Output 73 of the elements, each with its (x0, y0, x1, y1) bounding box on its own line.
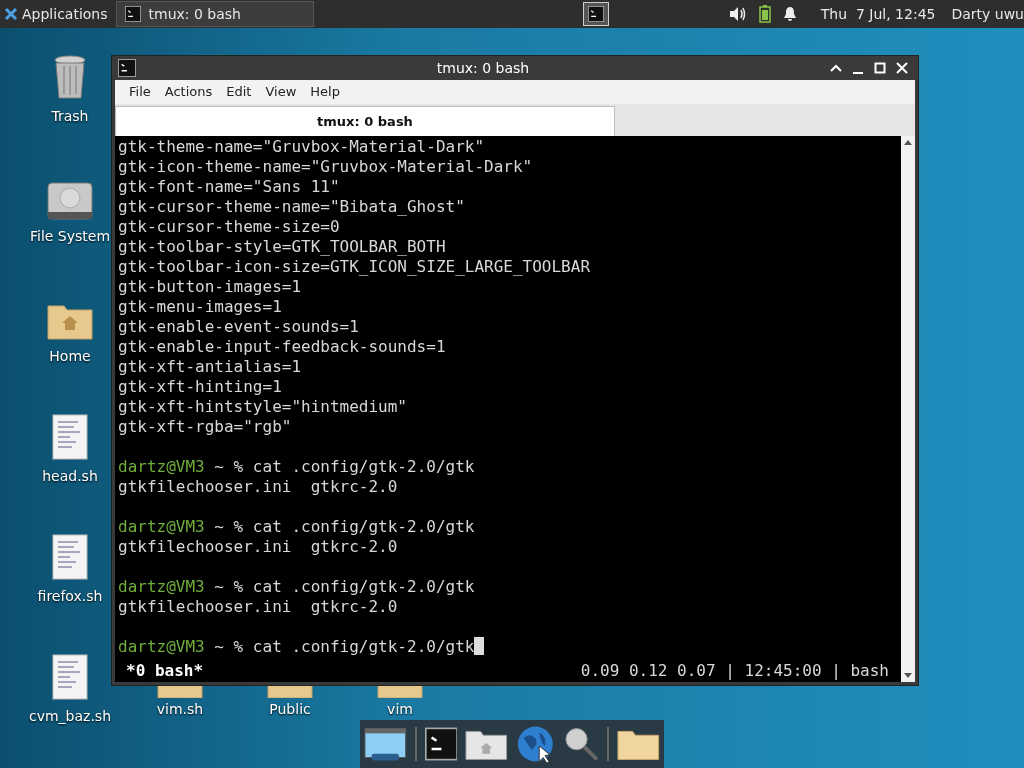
terminal-line: gtkfilechooser.ini gtkrc-2.0 (118, 537, 399, 557)
terminal-line: gtk-toolbar-icon-size=GTK_ICON_SIZE_LARGE_TOOLBAR (118, 257, 591, 277)
script-file-icon (52, 534, 88, 580)
desktop-icon-label[interactable]: firefox.sh (37, 586, 103, 607)
clock[interactable]: Thu 7 Jul, 12:45 (820, 3, 936, 25)
terminal-icon (124, 6, 141, 22)
terminal-line: gtk-theme-name="Gruvbox-Material-Dark" (118, 137, 486, 157)
terminal-line: gtk-cursor-theme-name="Bibata_Ghost" (118, 197, 466, 217)
terminal-icon (424, 727, 458, 761)
terminal-line: gtkfilechooser.ini gtkrc-2.0 (118, 597, 399, 617)
desktop-icon-label[interactable]: head.sh (42, 466, 98, 487)
bell-icon[interactable] (782, 6, 797, 22)
terminal-line: gtk-enable-input-feedback-sounds=1 (118, 337, 447, 357)
trash-icon (52, 54, 88, 100)
prompt-user: dartz@VM3 (118, 457, 205, 477)
script-file-icon (52, 654, 88, 700)
command-text: ~ % cat .config/gtk-2.0/gtk (213, 637, 475, 657)
taskbar-button[interactable]: tmux: 0 bash (115, 1, 314, 27)
script-file-icon (52, 414, 88, 460)
terminal-line: gtk-xft-antialias=1 (118, 357, 303, 377)
desktop-icon-label[interactable]: File System (29, 226, 111, 247)
workspace-switcher[interactable] (582, 2, 609, 26)
text-cursor (474, 637, 485, 655)
home-folder-icon (47, 302, 93, 340)
terminal-icon (587, 6, 604, 22)
terminal-line: gtk-font-name="Sans 11" (118, 177, 341, 197)
volume-icon[interactable] (728, 6, 747, 22)
desktop-icon-label[interactable]: vim.sh (156, 699, 204, 720)
command-text: ~ % cat .config/gtk-2.0/gtk (213, 517, 475, 537)
command-text: ~ % cat .config/gtk-2.0/gtk (213, 577, 475, 597)
menu-item[interactable]: File (123, 82, 157, 102)
hard-drive-icon (47, 182, 93, 220)
terminal-line: gtk-menu-images=1 (118, 297, 283, 317)
terminal-line: gtk-toolbar-style=GTK_TOOLBAR_BOTH (118, 237, 447, 257)
scroll-down-icon[interactable] (904, 673, 912, 678)
menu-item[interactable]: Help (304, 82, 346, 102)
terminal-line: gtk-cursor-theme-size=0 (118, 217, 341, 237)
scrollbar[interactable] (901, 136, 915, 682)
desktop-icon-label[interactable]: Trash (51, 106, 89, 127)
window-title: tmux: 0 bash (435, 58, 531, 78)
globe-icon[interactable] (516, 724, 555, 764)
desktop-icon-label[interactable]: vim (387, 699, 413, 720)
tab[interactable]: tmux: 0 bash (115, 106, 615, 136)
shade-icon[interactable] (830, 64, 842, 72)
tmux-window-label: *0 bash* (126, 661, 204, 681)
applications-menu[interactable]: Applications (0, 0, 116, 28)
menu-item[interactable]: Actions (158, 82, 219, 102)
desktop-icon-label[interactable]: Home (49, 346, 91, 367)
menu-item[interactable]: Edit (220, 82, 258, 102)
desktop-icon-label[interactable]: Public (269, 699, 311, 720)
terminal-line: gtk-xft-hinting=1 (118, 377, 283, 397)
scroll-up-icon[interactable] (904, 140, 912, 145)
magnifier-icon[interactable] (562, 725, 600, 763)
user-name[interactable]: Darty uwu (951, 3, 1024, 25)
command-text: ~ % cat .config/gtk-2.0/gtk (213, 457, 475, 477)
terminal-line: gtk-xft-rgba="rgb" (118, 417, 293, 437)
battery-icon[interactable] (758, 5, 771, 23)
terminal-line: gtk-button-images=1 (118, 277, 303, 297)
desktop-icon-label[interactable]: cvm_baz.sh (28, 706, 112, 727)
terminal-line: gtk-icon-theme-name="Gruvbox-Material-Dark" (118, 157, 534, 177)
prompt-user: dartz@VM3 (118, 517, 205, 537)
prompt-user: dartz@VM3 (118, 577, 205, 597)
terminal-line: gtk-xft-hintstyle="hintmedium" (118, 397, 408, 417)
terminal-line: gtk-enable-event-sounds=1 (118, 317, 360, 337)
prompt-user: dartz@VM3 (118, 637, 205, 657)
tmux-status: 0.09 0.12 0.07 | 12:45:00 | bash (580, 661, 889, 681)
maximize-icon[interactable] (874, 62, 886, 74)
close-icon[interactable] (896, 62, 908, 74)
menu-item[interactable]: View (259, 82, 303, 102)
xfce-x-icon (4, 7, 18, 21)
terminal-line: gtkfilechooser.ini gtkrc-2.0 (118, 477, 399, 497)
window-icon[interactable] (364, 726, 407, 762)
terminal-icon (118, 59, 136, 77)
